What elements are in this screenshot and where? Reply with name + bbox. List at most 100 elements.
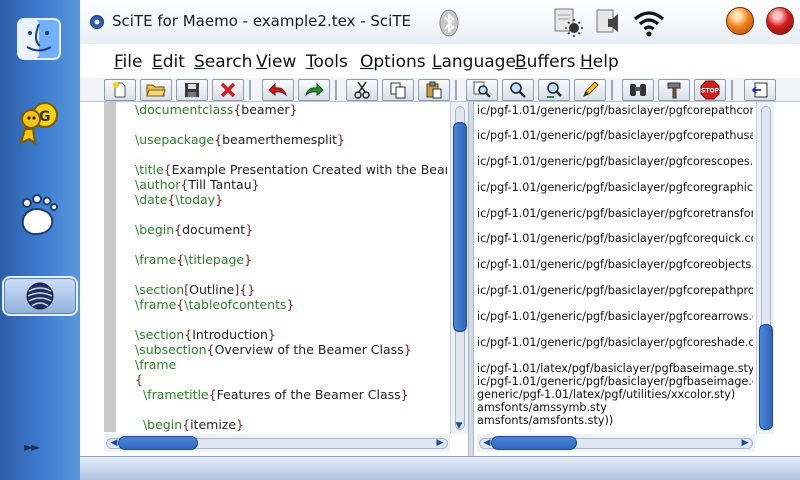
- bluetooth-icon[interactable]: [438, 8, 460, 42]
- title-bar: SciTE for Maemo - example2.tex - SciTE: [80, 0, 800, 44]
- more-apps-arrows[interactable]: ►►: [24, 440, 41, 454]
- code-token: }: [245, 222, 254, 237]
- pane-splitter[interactable]: [468, 102, 474, 456]
- zoom-in-icon[interactable]: [502, 79, 534, 101]
- output-token: ic/pgf-1.01/generic/pgf/basiclayer/pgfco…: [477, 336, 753, 349]
- code-line: \section[Outline]{}: [135, 282, 447, 297]
- code-token: \today: [175, 192, 216, 207]
- finder-face-icon[interactable]: [12, 14, 66, 64]
- stop-icon[interactable]: STOP: [694, 79, 726, 101]
- code-token: {: [174, 222, 183, 237]
- wifi-signal-icon[interactable]: [632, 8, 666, 42]
- code-token: \frame: [135, 252, 177, 267]
- menu-language[interactable]: Language: [432, 52, 516, 72]
- find-next-icon[interactable]: [538, 79, 570, 101]
- redo-icon[interactable]: [298, 79, 330, 101]
- output-line: ic/pgf-1.01/generic/pgf/basiclayer/pgfco…: [477, 104, 753, 117]
- menu-view[interactable]: View: [256, 52, 296, 72]
- code-token: }: [236, 417, 244, 432]
- code-token: }: [251, 177, 260, 192]
- code-token: }: [244, 252, 253, 267]
- menu-options[interactable]: Options: [360, 52, 426, 72]
- output-token: ic/pgf-1.01/generic/pgf/basiclayer/pgfco…: [477, 232, 753, 245]
- menu-search[interactable]: Search: [194, 52, 252, 72]
- code-token: \begin: [135, 222, 175, 237]
- save-disk-icon[interactable]: [176, 79, 208, 101]
- code-token: Outline: [189, 282, 235, 297]
- new-file-icon[interactable]: [104, 79, 136, 101]
- code-token: {: [163, 162, 172, 177]
- code-token: {: [135, 372, 143, 387]
- code-token: {: [214, 132, 223, 147]
- toolbar: STOP: [80, 78, 800, 102]
- output-horizontal-scrollbar[interactable]: ◀ ▶: [477, 434, 755, 452]
- menu-buffers[interactable]: Buffers: [515, 52, 575, 72]
- paste-icon[interactable]: [418, 79, 450, 101]
- menu-help[interactable]: Help: [580, 52, 619, 72]
- editor-hscroll-thumb[interactable]: [118, 436, 198, 450]
- close-x-icon[interactable]: [212, 79, 244, 101]
- code-token: Introduction: [192, 327, 268, 342]
- output-vscroll-thumb[interactable]: [759, 324, 773, 430]
- editor-area: \documentclass{beamer} \usepackage{beame…: [80, 102, 800, 456]
- output-line: ic/pgf-1.01/latex/pgf/basiclayer/pgfbase…: [477, 362, 753, 375]
- svg-text:STOP: STOP: [701, 88, 720, 95]
- editor-vertical-scrollbar[interactable]: [450, 102, 468, 434]
- code-token: }: [289, 102, 298, 117]
- binoculars-icon[interactable]: [622, 79, 654, 101]
- code-token: \frametitle: [142, 387, 209, 402]
- editor-scroll-right-button[interactable]: ▶: [434, 437, 446, 449]
- code-line: \frame: [135, 357, 447, 372]
- close-window-button[interactable]: [766, 7, 794, 35]
- toggle-output-icon[interactable]: [744, 79, 776, 101]
- app-menu-icon[interactable]: [90, 15, 104, 29]
- copy-icon[interactable]: [382, 79, 414, 101]
- output-scroll-right-button[interactable]: ▶: [739, 437, 751, 449]
- code-line: \begin{itemize}: [135, 417, 447, 432]
- output-token: ic/pgf-1.01/generic/pgf/basiclayer/pgfco…: [477, 258, 753, 271]
- compile-hammer-icon[interactable]: [658, 79, 690, 101]
- menu-file[interactable]: File: [114, 52, 142, 72]
- code-token: beamerthemesplit: [222, 132, 338, 147]
- code-token: }: [286, 297, 295, 312]
- output-token: ic/pgf-1.01/generic/pgf/basiclayer/pgfba…: [477, 375, 753, 388]
- code-editor[interactable]: \documentclass{beamer} \usepackage{beame…: [135, 102, 447, 432]
- find-icon[interactable]: [466, 79, 498, 101]
- code-line: \begin{document}: [135, 222, 447, 237]
- cut-scissors-icon[interactable]: [346, 79, 378, 101]
- output-hscroll-thumb[interactable]: [491, 436, 577, 450]
- im-contacts-icon[interactable]: G: [12, 98, 66, 148]
- sphere-app-icon[interactable]: [2, 276, 78, 316]
- output-token: ic/pgf-1.01/generic/pgf/basiclayer/pgfco…: [477, 129, 753, 142]
- output-token: generic/pgf-1.01/latex/pgf/utilities/xxc…: [477, 388, 736, 401]
- menu-tools[interactable]: Tools: [306, 52, 348, 72]
- output-line: ic/pgf-1.01/generic/pgf/basiclayer/pgfco…: [477, 310, 753, 323]
- code-token: \date: [135, 192, 168, 207]
- output-line: amsfonts/amssymb.sty: [477, 401, 607, 414]
- output-pane[interactable]: ic/pgf-1.01/generic/pgf/basiclayer/pgfco…: [477, 104, 753, 430]
- output-line: ic/pgf-1.01/generic/pgf/basiclayer/pgfco…: [477, 207, 753, 220]
- code-token: \documentclass: [135, 102, 234, 117]
- menu-edit[interactable]: Edit: [152, 52, 185, 72]
- code-token: \section: [135, 282, 185, 297]
- output-line: ic/pgf-1.01/generic/pgf/basiclayer/pgfco…: [477, 336, 753, 349]
- minimize-button[interactable]: [726, 7, 754, 35]
- editor-vscroll-thumb[interactable]: [453, 122, 467, 332]
- editor-horizontal-scrollbar[interactable]: ◀ ▶: [104, 434, 450, 452]
- undo-icon[interactable]: [262, 79, 294, 101]
- code-token: \titlepage: [184, 252, 245, 267]
- volume-icon[interactable]: [594, 7, 624, 41]
- fold-margin[interactable]: [104, 102, 116, 432]
- gnome-foot-icon[interactable]: [12, 190, 66, 240]
- editor-scroll-down-button[interactable]: ▼: [452, 420, 466, 432]
- edit-pencil-icon[interactable]: [574, 79, 606, 101]
- output-vertical-scrollbar[interactable]: [756, 102, 774, 434]
- display-brightness-icon[interactable]: [552, 6, 584, 42]
- open-folder-icon[interactable]: [140, 79, 172, 101]
